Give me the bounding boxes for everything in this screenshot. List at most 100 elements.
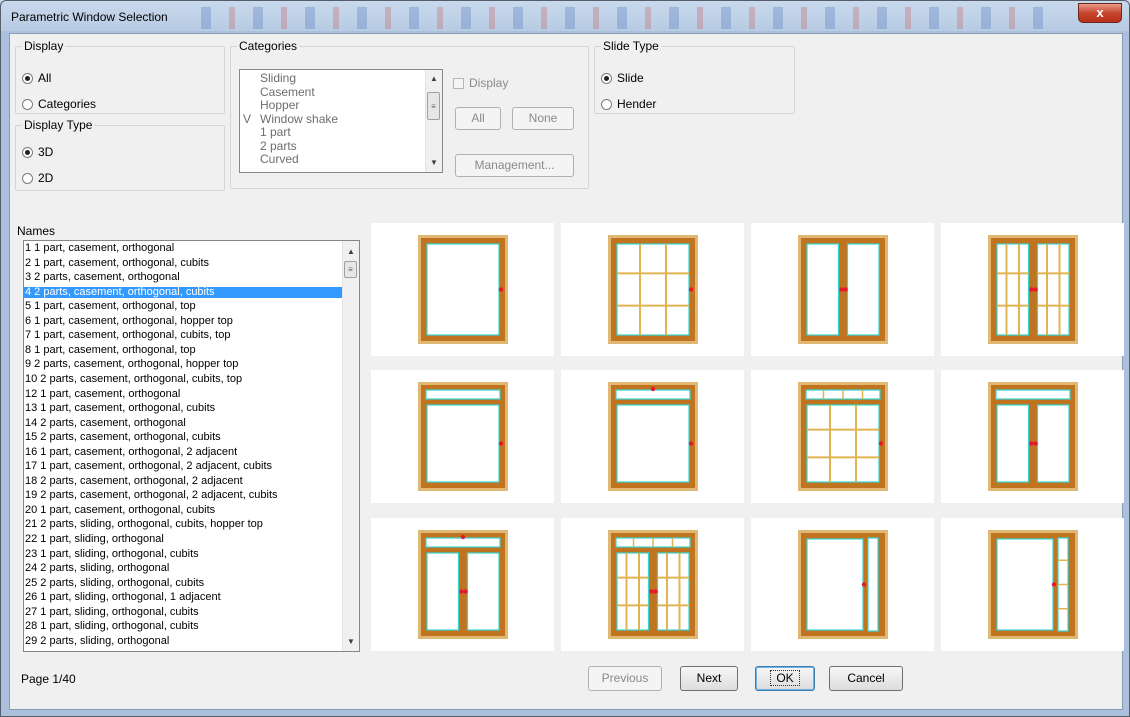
- ok-label: OK: [770, 670, 800, 686]
- names-list-item[interactable]: 4 2 parts, casement, orthogonal, cubits: [24, 286, 343, 298]
- scroll-down-icon[interactable]: ▼: [343, 635, 359, 649]
- title-bar[interactable]: Parametric Window Selection x: [1, 1, 1129, 33]
- names-list-item[interactable]: 28 1 part, sliding, orthogonal, cubits: [24, 621, 343, 632]
- checkbox-icon: [453, 77, 464, 89]
- names-list-item[interactable]: 25 2 parts, sliding, orthogonal, cubits: [24, 578, 343, 589]
- category-item[interactable]: Hopper: [240, 98, 426, 112]
- display-type-2d-radio[interactable]: 2D: [22, 171, 53, 185]
- window-preview-drawing: [418, 382, 508, 491]
- names-list-item[interactable]: 10 2 parts, casement, orthogonal, cubits…: [24, 374, 343, 385]
- names-list-item[interactable]: 7 1 part, casement, orthogonal, cubits, …: [24, 330, 343, 341]
- window-preview-drawing: [988, 382, 1078, 491]
- names-list-item[interactable]: 12 1 part, casement, orthogonal: [24, 389, 343, 400]
- cancel-button[interactable]: Cancel: [829, 666, 903, 691]
- radio-icon: [22, 146, 33, 158]
- window-preview-drawing: [608, 530, 698, 639]
- names-list-item[interactable]: 16 1 part, casement, orthogonal, 2 adjac…: [24, 447, 343, 458]
- names-list-item[interactable]: 9 2 parts, casement, orthogonal, hopper …: [24, 359, 343, 370]
- window-preview-thumbnail[interactable]: [941, 518, 1124, 651]
- categories-display-checkbox[interactable]: Display: [453, 76, 508, 90]
- radio-icon: [22, 172, 33, 184]
- category-item[interactable]: Curved: [240, 152, 426, 166]
- dialog-window: Parametric Window Selection x Display Al…: [0, 0, 1130, 717]
- categories-listbox[interactable]: Curved 2 parts 1 part V Window shake Hopper Ca…: [239, 69, 443, 173]
- names-list-item[interactable]: 8 1 part, casement, orthogonal, top: [24, 345, 343, 356]
- names-list-item[interactable]: 24 2 parts, sliding, orthogonal: [24, 563, 343, 574]
- names-list-item[interactable]: 21 2 parts, sliding, orthogonal, cubits,…: [24, 519, 343, 530]
- category-item[interactable]: 2 parts: [240, 140, 426, 152]
- slide-radio[interactable]: Slide: [601, 71, 644, 85]
- radio-label: All: [38, 71, 52, 85]
- display-categories-radio[interactable]: Categories: [22, 97, 96, 111]
- category-item[interactable]: 1 part: [240, 125, 426, 139]
- scroll-up-icon[interactable]: ▲: [426, 72, 442, 86]
- names-list-item[interactable]: 2 1 part, casement, orthogonal, cubits: [24, 258, 343, 269]
- scroll-down-icon[interactable]: ▼: [426, 156, 442, 170]
- previous-button[interactable]: Previous: [588, 666, 662, 691]
- window-preview-thumbnail[interactable]: [941, 223, 1124, 356]
- names-list-item[interactable]: 27 1 part, sliding, orthogonal, cubits: [24, 607, 343, 618]
- title-bar-decoration: [201, 7, 1061, 29]
- names-list-item[interactable]: 17 1 part, casement, orthogonal, 2 adjac…: [24, 461, 343, 472]
- window-preview-drawing: [988, 530, 1078, 639]
- category-item[interactable]: Sliding: [240, 72, 426, 84]
- ok-button[interactable]: OK: [755, 666, 815, 691]
- category-label: Curved: [260, 152, 299, 166]
- management-button[interactable]: Management...: [455, 154, 574, 177]
- display-all-radio[interactable]: All: [22, 71, 51, 85]
- scroll-thumb[interactable]: ≡: [427, 92, 440, 120]
- category-item[interactable]: Casement: [240, 86, 426, 98]
- names-list-item[interactable]: 15 2 parts, casement, orthogonal, cubits: [24, 432, 343, 443]
- scroll-up-icon[interactable]: ▲: [343, 245, 359, 259]
- names-list-item[interactable]: 13 1 part, casement, orthogonal, cubits: [24, 403, 343, 414]
- names-list-item[interactable]: 26 1 part, sliding, orthogonal, 1 adjace…: [24, 592, 343, 603]
- category-label: Hopper: [260, 98, 300, 112]
- names-list-item[interactable]: 1 1 part, casement, orthogonal: [24, 243, 343, 254]
- radio-label: Categories: [38, 97, 97, 111]
- category-label: 1 part: [260, 125, 291, 139]
- window-preview-drawing: [418, 530, 508, 639]
- window-preview-thumbnail[interactable]: [561, 370, 744, 503]
- slide-type-legend: Slide Type: [601, 39, 661, 53]
- names-scrollbar[interactable]: ▲ ≡ ▼: [342, 241, 359, 651]
- window-preview-thumbnail[interactable]: [941, 370, 1124, 503]
- radio-icon: [601, 98, 612, 110]
- names-list-item[interactable]: 14 2 parts, casement, orthogonal: [24, 418, 343, 429]
- hender-radio[interactable]: Hender: [601, 97, 656, 111]
- window-preview-drawing: [418, 235, 508, 344]
- close-icon: x: [1096, 5, 1104, 20]
- radio-icon: [601, 72, 612, 84]
- categories-legend: Categories: [237, 39, 300, 53]
- names-list-item[interactable]: 6 1 part, casement, orthogonal, hopper t…: [24, 316, 343, 327]
- names-list-item[interactable]: 29 2 parts, sliding, orthogonal: [24, 636, 343, 647]
- display-legend: Display: [22, 39, 66, 53]
- window-preview-thumbnail[interactable]: [561, 518, 744, 651]
- window-preview-thumbnail[interactable]: [751, 223, 934, 356]
- display-type-3d-radio[interactable]: 3D: [22, 145, 53, 159]
- names-list-item[interactable]: 19 2 parts, casement, orthogonal, 2 adja…: [24, 490, 343, 501]
- names-list-item[interactable]: 5 1 part, casement, orthogonal, top: [24, 301, 343, 312]
- names-list-item[interactable]: 22 1 part, sliding, orthogonal: [24, 534, 343, 545]
- window-preview-drawing: [798, 235, 888, 344]
- names-listbox[interactable]: 29 2 parts, sliding, orthogonal 28 1 part…: [23, 240, 360, 652]
- radio-label: Hender: [617, 97, 657, 111]
- categories-none-button[interactable]: None: [512, 107, 574, 130]
- window-preview-thumbnail[interactable]: [751, 518, 934, 651]
- window-preview-thumbnail[interactable]: [371, 223, 554, 356]
- names-list-item[interactable]: 18 2 parts, casement, orthogonal, 2 adja…: [24, 476, 343, 487]
- names-list-item[interactable]: 23 1 part, sliding, orthogonal, cubits: [24, 549, 343, 560]
- category-item[interactable]: V Window shake: [240, 113, 426, 125]
- radio-label: 3D: [38, 145, 54, 159]
- display-type-legend: Display Type: [22, 118, 95, 132]
- scroll-thumb[interactable]: ≡: [344, 261, 357, 278]
- window-preview-thumbnail[interactable]: [561, 223, 744, 356]
- window-preview-thumbnail[interactable]: [751, 370, 934, 503]
- next-button[interactable]: Next: [680, 666, 738, 691]
- close-button[interactable]: x: [1078, 3, 1122, 23]
- names-list-item[interactable]: 3 2 parts, casement, orthogonal: [24, 272, 343, 283]
- names-list-item[interactable]: 20 1 part, casement, orthogonal, cubits: [24, 505, 343, 516]
- window-preview-thumbnail[interactable]: [371, 370, 554, 503]
- window-preview-thumbnail[interactable]: [371, 518, 554, 651]
- categories-all-button[interactable]: All: [455, 107, 501, 130]
- categories-scrollbar[interactable]: ▲ ≡ ▼: [425, 70, 442, 172]
